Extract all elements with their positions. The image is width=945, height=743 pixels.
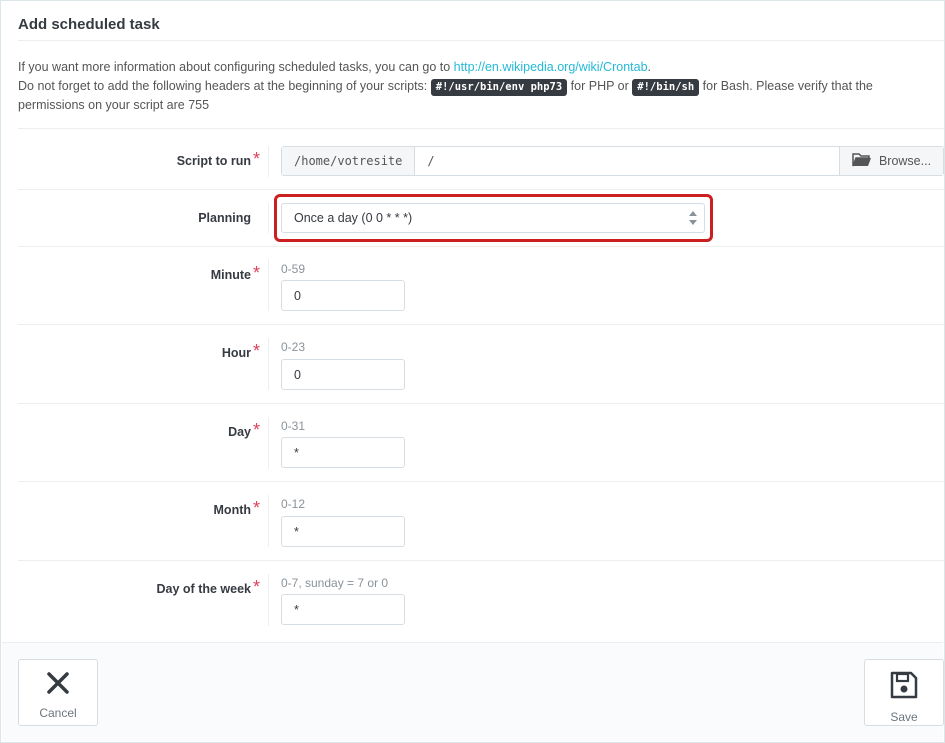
divider bbox=[18, 128, 944, 129]
script-path-input[interactable]: / bbox=[415, 147, 839, 175]
planning-select[interactable]: Once a day (0 0 * * *) bbox=[281, 203, 705, 233]
script-path-prefix: /home/votresite bbox=[282, 147, 416, 175]
save-icon bbox=[889, 670, 919, 703]
divider bbox=[18, 481, 944, 482]
month-hint: 0-12 bbox=[281, 497, 306, 511]
cancel-button[interactable]: Cancel bbox=[18, 659, 98, 726]
divider bbox=[268, 146, 269, 177]
close-icon bbox=[45, 670, 71, 699]
divider bbox=[18, 246, 944, 247]
day-of-week-label: Day of the week bbox=[156, 582, 251, 596]
day-hint: 0-31 bbox=[281, 419, 306, 433]
divider bbox=[268, 495, 269, 547]
php-header-code: #!/usr/bin/env php73 bbox=[430, 79, 568, 96]
browse-label: Browse... bbox=[878, 154, 932, 168]
planning-selected-value: Once a day (0 0 * * *) bbox=[294, 211, 413, 225]
required-mark: * bbox=[253, 420, 261, 440]
divider bbox=[18, 189, 944, 190]
info-line1-end: . bbox=[647, 60, 652, 74]
browse-button[interactable]: Browse... bbox=[839, 147, 943, 175]
required-mark: * bbox=[253, 149, 261, 169]
required-mark: * bbox=[253, 263, 261, 283]
folder-open-icon bbox=[852, 152, 872, 170]
script-to-run-field: /home/votresite / Browse... bbox=[281, 146, 944, 176]
divider bbox=[268, 417, 269, 469]
day-of-week-hint: 0-7, sunday = 7 or 0 bbox=[281, 576, 389, 590]
minute-hint: 0-59 bbox=[281, 262, 306, 276]
info-line2-prefix: Do not forget to add the following heade… bbox=[18, 79, 431, 93]
divider bbox=[18, 560, 944, 561]
minute-label: Minute bbox=[210, 268, 251, 282]
divider bbox=[18, 40, 944, 41]
hour-input[interactable]: 0 bbox=[281, 359, 405, 390]
divider bbox=[268, 259, 269, 311]
save-button[interactable]: Save bbox=[864, 659, 944, 726]
divider bbox=[268, 203, 269, 233]
required-mark: * bbox=[253, 577, 261, 597]
minute-input[interactable]: 0 bbox=[281, 280, 405, 311]
required-mark: * bbox=[253, 498, 261, 518]
hour-hint: 0-23 bbox=[281, 340, 306, 354]
select-spinner-icon bbox=[688, 208, 698, 228]
divider bbox=[268, 338, 269, 390]
month-label: Month bbox=[213, 503, 251, 517]
panel-title: Add scheduled task bbox=[18, 16, 160, 33]
info-text: If you want more information about confi… bbox=[18, 58, 943, 115]
script-to-run-label: Script to run bbox=[176, 154, 251, 168]
planning-label: Planning bbox=[198, 211, 251, 225]
crontab-link[interactable]: http://en.wikipedia.org/wiki/Crontab bbox=[454, 60, 648, 74]
required-mark: * bbox=[253, 341, 261, 361]
day-input[interactable]: * bbox=[281, 437, 405, 468]
add-scheduled-task-panel: Add scheduled task If you want more info… bbox=[0, 0, 945, 743]
day-label: Day bbox=[228, 425, 251, 439]
divider bbox=[18, 324, 944, 325]
panel-footer bbox=[2, 642, 943, 741]
day-of-week-input[interactable]: * bbox=[281, 594, 405, 625]
divider bbox=[18, 403, 944, 404]
divider bbox=[268, 574, 269, 626]
cancel-label: Cancel bbox=[39, 706, 77, 720]
sh-header-code: #!/bin/sh bbox=[632, 79, 700, 96]
info-line1: If you want more information about confi… bbox=[18, 60, 454, 74]
save-label: Save bbox=[890, 710, 918, 724]
month-input[interactable]: * bbox=[281, 516, 405, 547]
hour-label: Hour bbox=[221, 346, 251, 360]
info-for-php: for PHP or bbox=[567, 79, 633, 93]
